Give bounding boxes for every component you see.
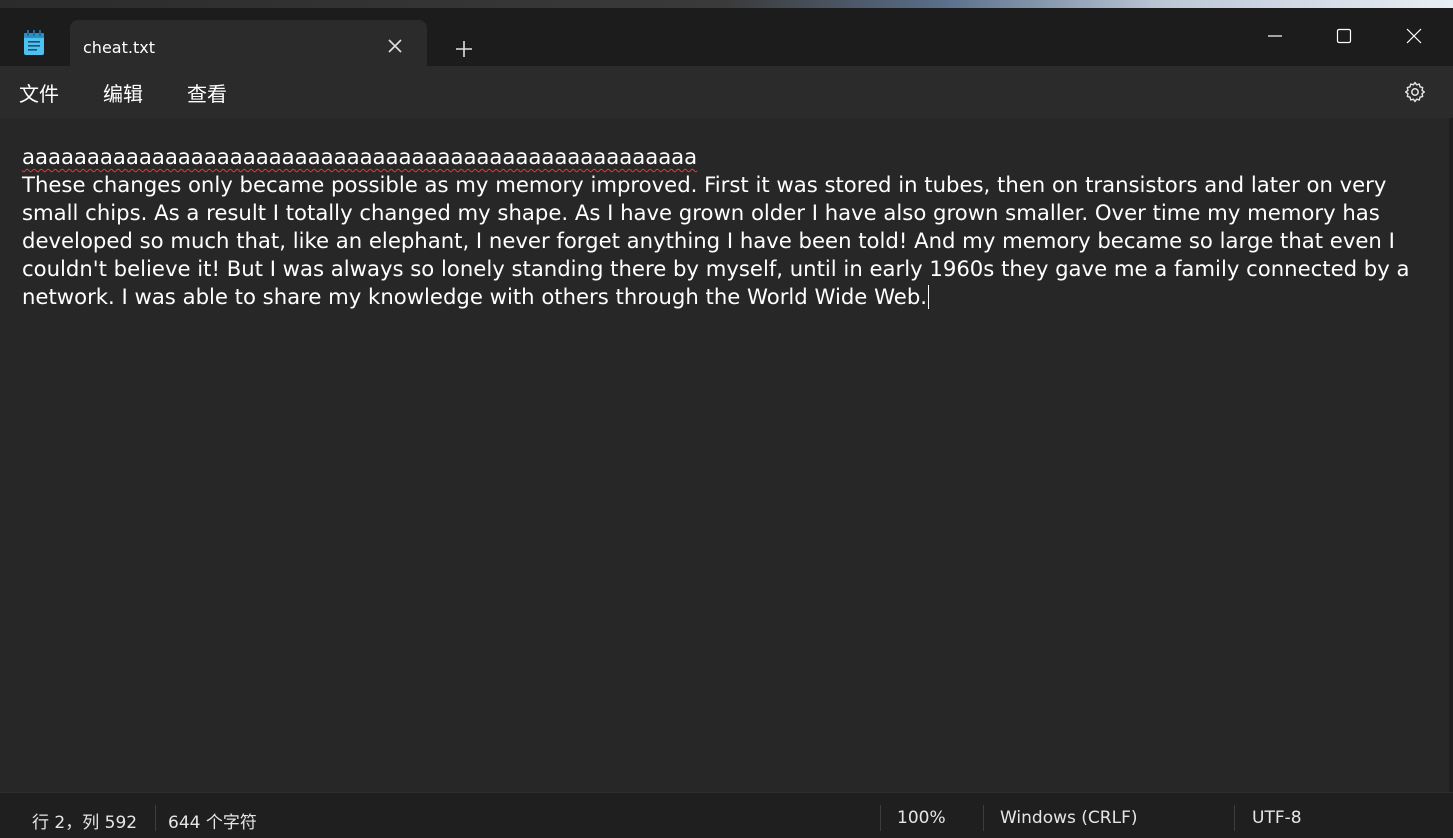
status-zoom[interactable]: 100% [897,808,946,828]
maximize-icon[interactable] [1309,16,1379,56]
text-caret [928,285,929,309]
status-divider [155,805,156,831]
editor-line-1: aaaaaaaaaaaaaaaaaaaaaaaaaaaaaaaaaaaaaaaa… [22,144,698,169]
status-divider [983,805,984,831]
text-editor[interactable]: aaaaaaaaaaaaaaaaaaaaaaaaaaaaaaaaaaaaaaaa… [0,118,1449,792]
notepad-app-icon [22,30,46,56]
editor-line-2: These changes only became possible as my… [22,172,1417,309]
tab-title: cheat.txt [83,38,155,57]
status-line-ending[interactable]: Windows (CRLF) [1000,808,1138,828]
status-divider [880,805,881,831]
notepad-window: cheat.txt 文件 编辑 查看 aaaaaaaaaaaaaaaaaaaaa… [0,0,1453,838]
status-char-count: 644 个字符 [168,813,257,833]
title-bar[interactable]: cheat.txt [0,8,1453,74]
menu-bar: 文件 编辑 查看 [0,66,1453,118]
close-icon[interactable] [1379,16,1449,56]
gear-icon[interactable] [1403,80,1427,104]
close-icon[interactable] [383,34,407,58]
scrollbar-track[interactable] [1449,118,1453,792]
menu-edit[interactable]: 编辑 [99,78,147,107]
status-bar: 行 2，列 592 644 个字符 100% Windows (CRLF) UT… [0,792,1453,838]
plus-icon[interactable] [452,37,476,61]
editor-content[interactable]: aaaaaaaaaaaaaaaaaaaaaaaaaaaaaaaaaaaaaaaa… [22,143,1447,311]
menu-view[interactable]: 查看 [183,78,231,107]
minimize-icon[interactable] [1240,16,1310,56]
status-cursor-position: 行 2，列 592 [32,813,138,833]
menu-file[interactable]: 文件 [15,78,63,107]
status-encoding[interactable]: UTF-8 [1252,808,1302,828]
status-divider [1234,805,1235,831]
desktop-background-strip [0,0,1453,8]
